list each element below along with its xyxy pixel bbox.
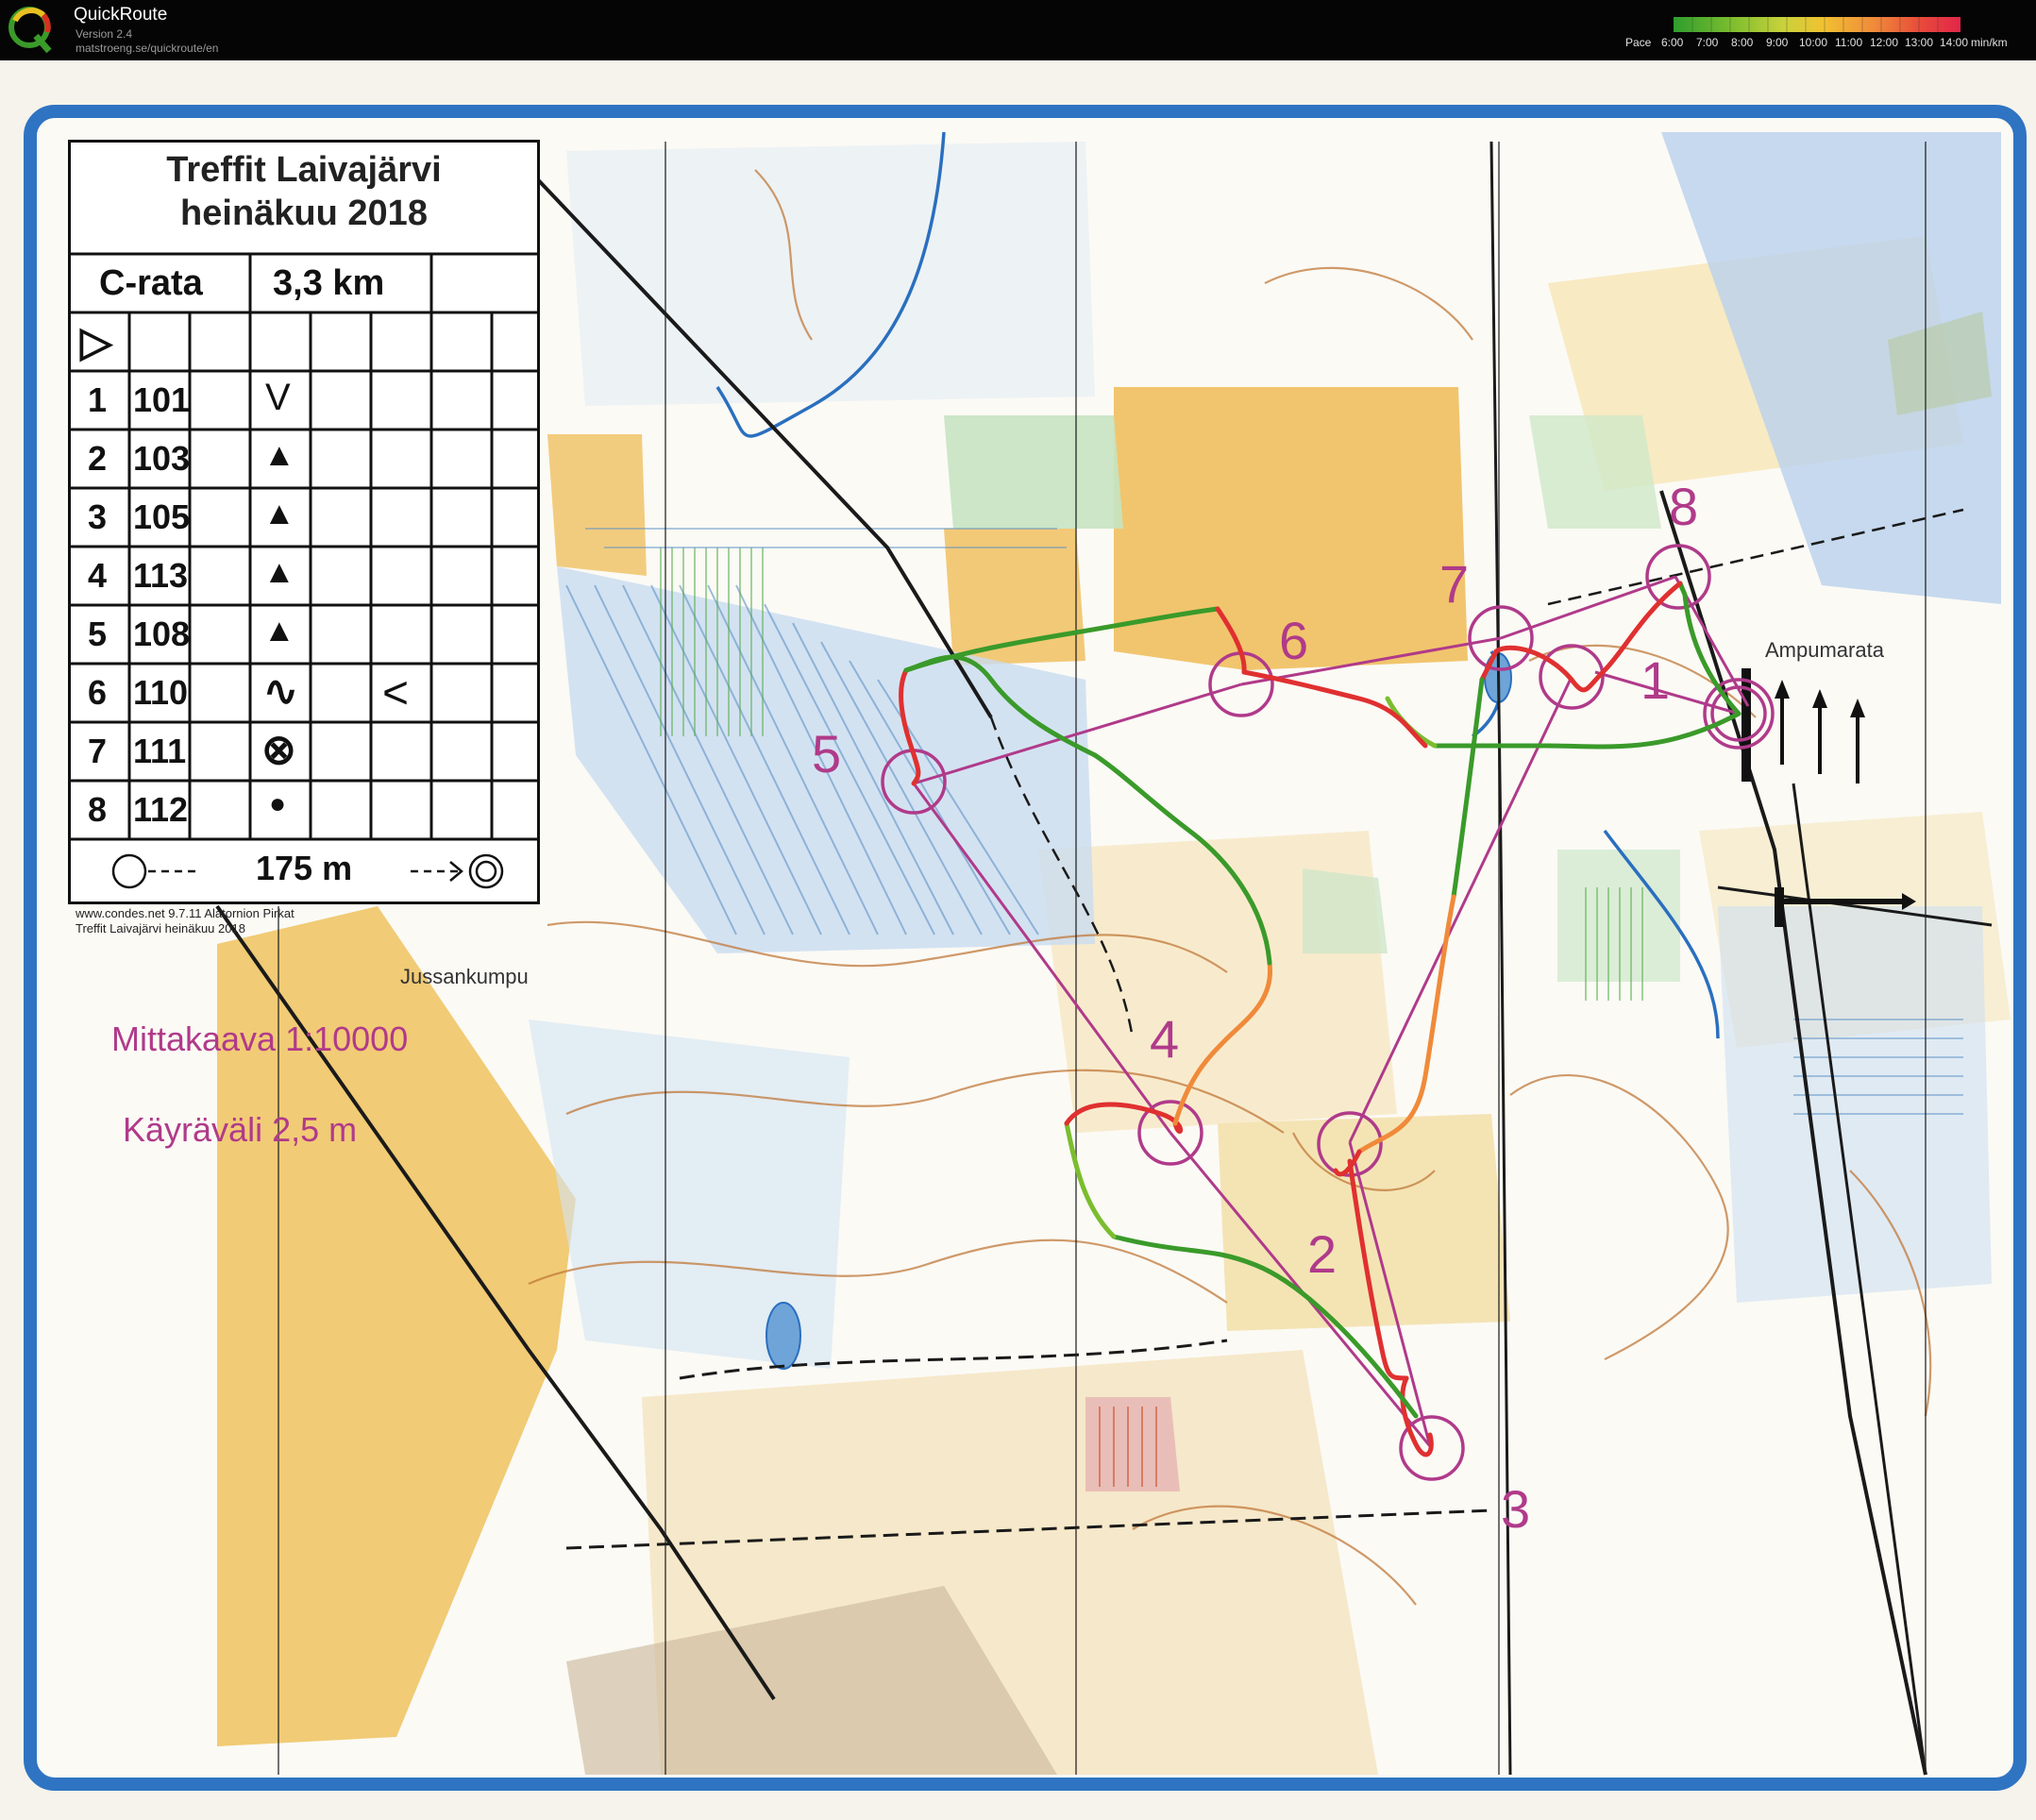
control-code: 108 xyxy=(133,615,191,653)
event-date: heinäkuu 2018 xyxy=(180,194,428,233)
control-number: 4 xyxy=(88,556,108,595)
pace-tick: 14:00 xyxy=(1940,36,1969,49)
finish-distance: 175 m xyxy=(256,849,353,887)
pace-scale-ticks: 6:00 7:00 8:00 9:00 10:00 11:00 12:00 13… xyxy=(1661,36,1982,51)
pace-tick: 12:00 xyxy=(1870,36,1899,49)
control-code: 105 xyxy=(133,497,191,536)
pace-tick: 11:00 xyxy=(1835,36,1863,49)
pace-tick: 7:00 xyxy=(1696,36,1719,49)
map-credit: Treffit Laivajärvi heinäkuu 2018 xyxy=(76,921,245,935)
place-name: Ampumarata xyxy=(1765,638,1884,662)
pace-tick: 9:00 xyxy=(1766,36,1789,49)
control-symbol-icon: ● xyxy=(269,788,287,819)
course-length: 3,3 km xyxy=(273,263,385,303)
control-code: 112 xyxy=(133,790,189,829)
event-title: Treffit Laivajärvi xyxy=(166,150,442,190)
pace-legend-label: Pace xyxy=(1625,36,1652,49)
control-code: 113 xyxy=(133,556,189,595)
control-symbol-icon: ▲ xyxy=(263,554,295,590)
control-code: 101 xyxy=(133,380,191,419)
pace-unit: min/km xyxy=(1971,36,2008,49)
map-scale: Mittakaava 1:10000 xyxy=(111,1020,409,1058)
control-symbol-icon: ▲ xyxy=(263,496,295,531)
app-title: QuickRoute xyxy=(74,5,168,25)
control-extra-symbol-icon: < xyxy=(382,668,410,718)
control-number: 2 xyxy=(1307,1224,1337,1284)
contour-interval: Käyräväli 2,5 m xyxy=(123,1110,358,1149)
control-number: 7 xyxy=(88,732,108,770)
control-number: 1 xyxy=(88,380,108,419)
app-title-bar: QuickRoute Version 2.4 matstroeng.se/qui… xyxy=(0,0,2036,60)
control-symbol-icon: V xyxy=(265,377,291,418)
map-credit: www.condes.net 9.7.11 Alatornion Pirkat xyxy=(76,906,294,920)
control-number: 2 xyxy=(88,439,108,478)
control-description-sheet: Treffit Laivajärvi heinäkuu 2018 C-rata … xyxy=(68,140,540,904)
control-number: 7 xyxy=(1439,554,1469,614)
control-number: 5 xyxy=(812,724,841,784)
control-symbol-icon: ⊗ xyxy=(261,727,296,773)
start-triangle-icon: ▷ xyxy=(80,319,112,365)
control-number: 8 xyxy=(88,790,108,829)
pace-tick: 8:00 xyxy=(1731,36,1754,49)
quickroute-logo-icon xyxy=(8,7,52,54)
control-number: 1 xyxy=(1641,650,1670,710)
control-code: 103 xyxy=(133,439,191,478)
control-number: 3 xyxy=(88,497,108,536)
pace-tick: 10:00 xyxy=(1799,36,1828,49)
control-number: 3 xyxy=(1501,1479,1530,1539)
control-number: 8 xyxy=(1669,477,1698,536)
control-symbol-icon: ▲ xyxy=(263,613,295,649)
control-number: 5 xyxy=(88,615,108,653)
control-number: 4 xyxy=(1150,1009,1179,1069)
pace-tick: 6:00 xyxy=(1661,36,1684,49)
control-code: 111 xyxy=(133,732,187,770)
control-symbol-icon: ▲ xyxy=(263,437,295,473)
control-code: 110 xyxy=(133,673,189,712)
course-class: C-rata xyxy=(99,263,203,303)
pace-color-scale xyxy=(1674,17,1960,32)
control-number: 6 xyxy=(88,673,108,712)
pace-tick: 13:00 xyxy=(1905,36,1934,49)
app-version: Version 2.4 xyxy=(76,27,133,41)
control-number: 6 xyxy=(1279,611,1308,670)
place-name: Jussankumpu xyxy=(400,965,529,988)
app-url: matstroeng.se/quickroute/en xyxy=(76,42,219,55)
control-symbol-icon: ∿ xyxy=(263,668,298,715)
